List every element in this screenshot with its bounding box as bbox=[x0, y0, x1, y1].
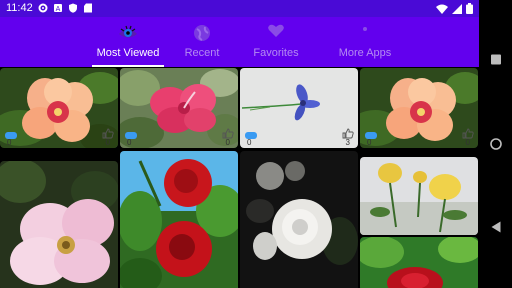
views-count: 0 bbox=[247, 138, 252, 147]
likes-count: 0 bbox=[105, 138, 110, 147]
status-bar: 11:42 A bbox=[0, 0, 479, 17]
back-button[interactable] bbox=[490, 221, 501, 233]
tab-label: More Apps bbox=[338, 47, 392, 59]
photo-tile[interactable] bbox=[120, 151, 238, 288]
status-notification-icons: A bbox=[38, 3, 93, 13]
status-system-icons bbox=[436, 3, 473, 14]
photo-tile[interactable]: 0 3 bbox=[240, 68, 358, 148]
eye-icon bbox=[119, 25, 137, 38]
battery-icon bbox=[466, 3, 473, 14]
likes-count: 0 bbox=[225, 138, 230, 147]
home-button[interactable] bbox=[489, 138, 502, 150]
photo-image bbox=[360, 237, 478, 288]
photo-tile[interactable] bbox=[0, 161, 118, 288]
photo-stats: 0 0 bbox=[360, 128, 478, 148]
photo-stats: 0 3 bbox=[240, 128, 358, 148]
photo-stats: 0 0 bbox=[120, 128, 238, 148]
likes-count: 3 bbox=[345, 138, 350, 147]
photo-grid: 0 0 0 0 0 3 0 0 bbox=[0, 67, 479, 288]
wifi-icon bbox=[436, 4, 448, 14]
heart-icon bbox=[268, 24, 284, 37]
views-count: 0 bbox=[7, 138, 12, 147]
globe-icon bbox=[194, 25, 210, 41]
tab-more-apps[interactable]: More Apps bbox=[315, 17, 415, 67]
views-count: 0 bbox=[127, 138, 132, 147]
app-screen: 11:42 A Most Viewed Recent Favorites Mor… bbox=[0, 0, 479, 288]
photo-image bbox=[120, 151, 238, 288]
tab-label: Favorites bbox=[253, 47, 299, 59]
photo-image bbox=[360, 157, 478, 235]
system-navigation-bar bbox=[479, 0, 512, 288]
settings-icon bbox=[38, 3, 48, 13]
photo-tile[interactable] bbox=[360, 157, 478, 235]
photo-stats: 0 0 bbox=[0, 128, 118, 148]
recents-button[interactable] bbox=[490, 54, 501, 65]
sd-card-icon bbox=[84, 3, 92, 13]
photo-image bbox=[240, 151, 358, 288]
photo-tile[interactable]: 0 0 bbox=[360, 68, 478, 148]
photo-image bbox=[0, 161, 118, 288]
signal-icon bbox=[452, 3, 462, 14]
tab-bar: Most Viewed Recent Favorites More Apps bbox=[0, 17, 479, 67]
shield-icon bbox=[69, 3, 77, 13]
sim-icon: A bbox=[54, 4, 62, 13]
likes-count: 0 bbox=[465, 138, 470, 147]
apps-icon bbox=[363, 27, 367, 31]
status-time: 11:42 bbox=[6, 2, 33, 14]
photo-tile[interactable] bbox=[360, 237, 478, 288]
views-count: 0 bbox=[367, 138, 372, 147]
photo-tile[interactable] bbox=[240, 151, 358, 288]
photo-tile[interactable]: 0 0 bbox=[120, 68, 238, 148]
svg-text:A: A bbox=[56, 6, 61, 13]
tab-favorites[interactable]: Favorites bbox=[226, 17, 326, 67]
photo-tile[interactable]: 0 0 bbox=[0, 68, 118, 148]
